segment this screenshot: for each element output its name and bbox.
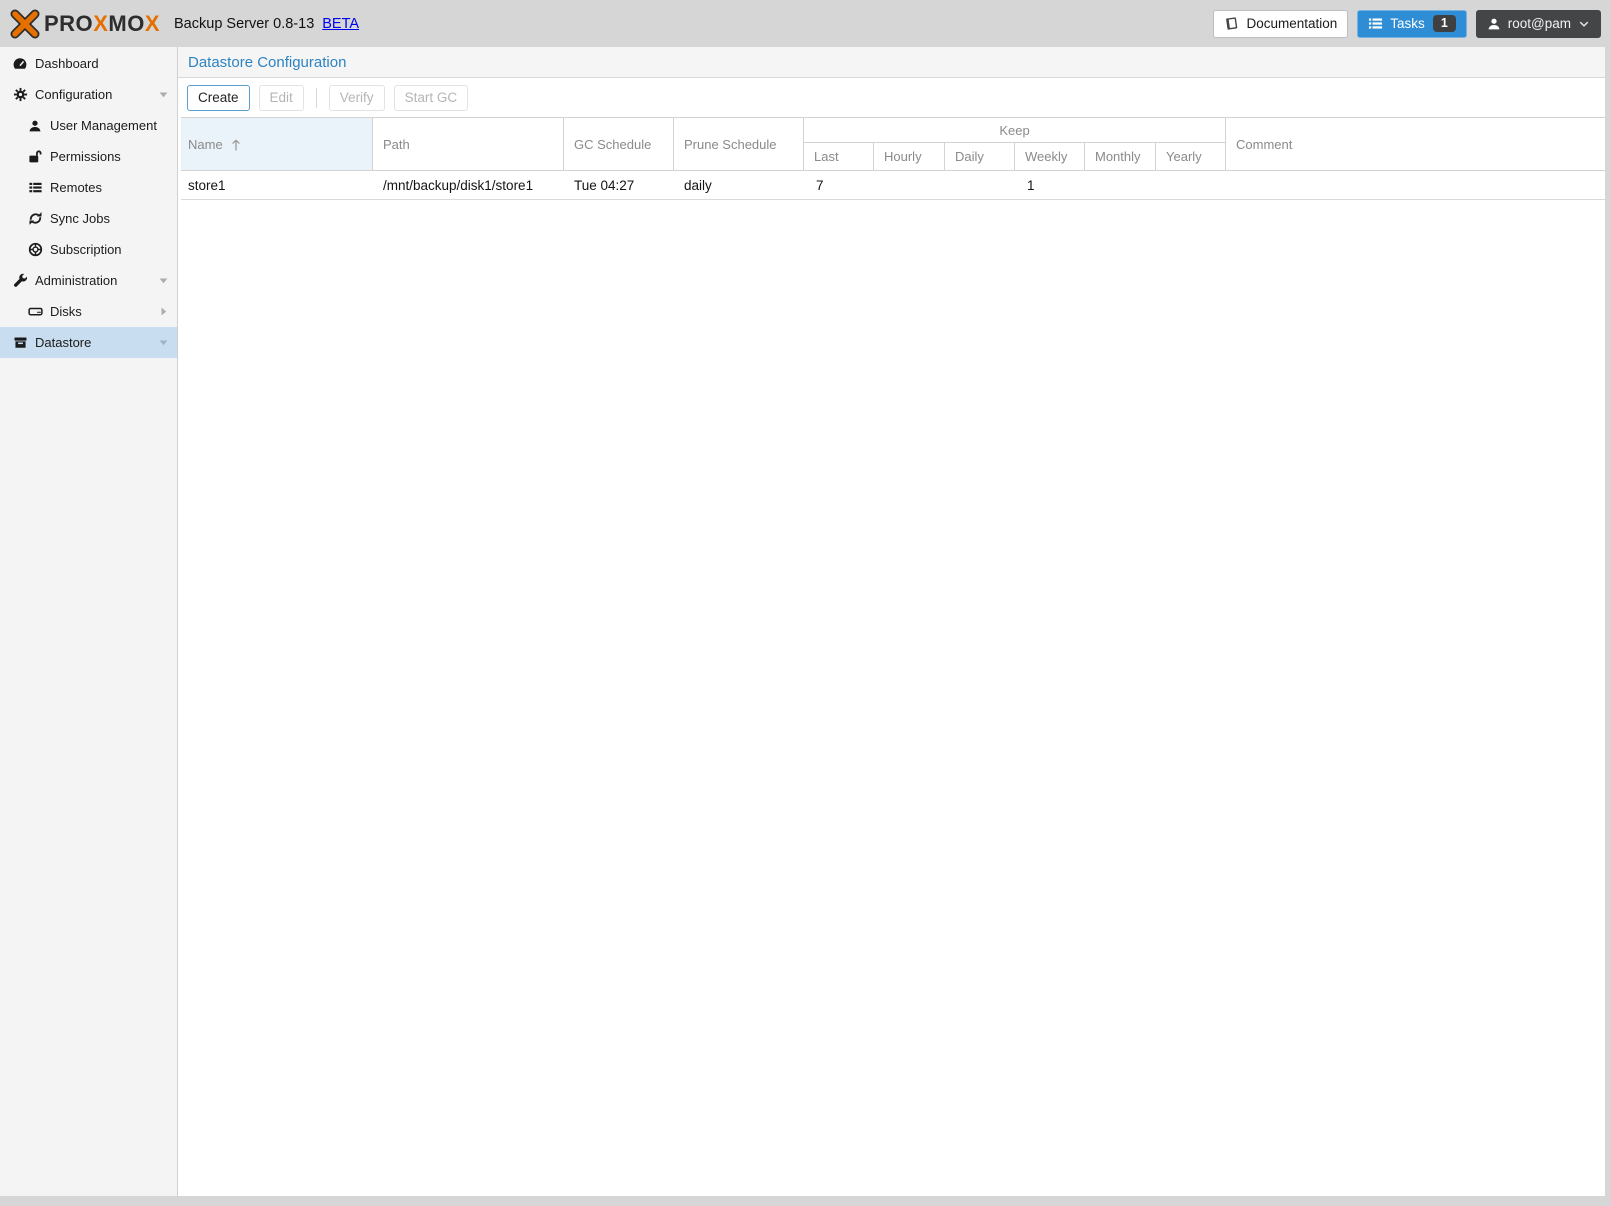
column-header-keep-yearly[interactable]: Yearly xyxy=(1156,143,1226,170)
collapse-chevron-icon xyxy=(158,275,169,286)
start-gc-button[interactable]: Start GC xyxy=(394,85,469,111)
sidebar-item-remotes[interactable]: Remotes xyxy=(0,172,177,203)
beta-link[interactable]: BETA xyxy=(322,16,359,32)
cell-prune-schedule: daily xyxy=(674,178,804,193)
app-viewport: PROXMOX Backup Server 0.8-13 BETA Docume… xyxy=(0,0,1611,1206)
collapse-chevron-icon xyxy=(158,89,169,100)
user-icon xyxy=(27,118,43,134)
sidebar-item-label: User Management xyxy=(50,118,157,133)
tasks-count-badge: 1 xyxy=(1433,15,1456,32)
sidebar-item-label: Remotes xyxy=(50,180,102,195)
column-header-name[interactable]: Name xyxy=(181,118,373,170)
sidebar-item-subscription[interactable]: Subscription xyxy=(0,234,177,265)
user-icon xyxy=(1487,17,1501,31)
book-icon xyxy=(1224,16,1239,31)
dashboard-icon xyxy=(12,56,28,72)
datastore-toolbar: Create Edit Verify Start GC xyxy=(178,78,1605,117)
topbar-actions: Documentation Tasks 1 root@pa xyxy=(1213,10,1601,38)
sidebar-item-configuration[interactable]: Configuration xyxy=(0,79,177,110)
sidebar-item-dashboard[interactable]: Dashboard xyxy=(0,48,177,79)
sidebar-item-label: Administration xyxy=(35,273,117,288)
proxmox-logo: PROXMOX Backup Server 0.8-13 BETA xyxy=(10,9,359,39)
documentation-button[interactable]: Documentation xyxy=(1213,10,1348,38)
cell-name: store1 xyxy=(181,178,373,193)
toolbar-separator xyxy=(316,88,317,108)
sidebar-item-administration[interactable]: Administration xyxy=(0,265,177,296)
sidebar: Dashboard xyxy=(0,47,178,1196)
datastore-table: Name Path GC Schedule Pru xyxy=(181,117,1605,200)
collapse-chevron-icon xyxy=(158,337,169,348)
edit-button[interactable]: Edit xyxy=(259,85,304,111)
cell-gc-schedule: Tue 04:27 xyxy=(564,178,674,193)
cell-path: /mnt/backup/disk1/store1 xyxy=(373,178,564,193)
cell-keep-weekly: 1 xyxy=(1015,178,1085,193)
column-header-keep-hourly[interactable]: Hourly xyxy=(874,143,945,170)
top-bar: PROXMOX Backup Server 0.8-13 BETA Docume… xyxy=(0,0,1611,47)
column-header-keep-weekly[interactable]: Weekly xyxy=(1015,143,1085,170)
column-header-prune-schedule[interactable]: Prune Schedule xyxy=(674,118,804,170)
column-header-path[interactable]: Path xyxy=(373,118,564,170)
main-panel: Datastore Configuration Create Edit Veri… xyxy=(178,47,1605,1196)
sidebar-item-label: Disks xyxy=(50,304,82,319)
list-icon xyxy=(27,180,43,196)
sidebar-item-label: Permissions xyxy=(50,149,121,164)
support-icon xyxy=(27,242,43,258)
proxmox-x-icon xyxy=(10,9,40,39)
task-list-icon xyxy=(1368,16,1383,31)
column-header-comment[interactable]: Comment xyxy=(1226,118,1605,170)
sidebar-item-user-management[interactable]: User Management xyxy=(0,110,177,141)
column-header-keep-last[interactable]: Last xyxy=(804,143,874,170)
sidebar-item-sync-jobs[interactable]: Sync Jobs xyxy=(0,203,177,234)
sidebar-item-label: Subscription xyxy=(50,242,122,257)
unlock-icon xyxy=(27,149,43,165)
sidebar-item-label: Dashboard xyxy=(35,56,99,71)
sidebar-item-permissions[interactable]: Permissions xyxy=(0,141,177,172)
table-row-store1[interactable]: store1 /mnt/backup/disk1/store1 Tue 04:2… xyxy=(181,171,1605,200)
column-header-keep-daily[interactable]: Daily xyxy=(945,143,1015,170)
keep-group-label: Keep xyxy=(804,118,1225,143)
product-title: Backup Server 0.8-13 xyxy=(174,16,314,32)
submenu-arrow-icon xyxy=(158,306,169,317)
user-menu-button[interactable]: root@pam xyxy=(1476,10,1601,38)
proxmox-wordmark: PROXMOX xyxy=(44,11,160,37)
sidebar-item-datastore[interactable]: Datastore xyxy=(0,327,177,358)
tasks-button[interactable]: Tasks 1 xyxy=(1357,10,1466,38)
sidebar-item-label: Datastore xyxy=(35,335,91,350)
create-button[interactable]: Create xyxy=(187,85,250,111)
cogs-icon xyxy=(12,87,28,103)
table-header: Name Path GC Schedule Pru xyxy=(181,118,1605,171)
datastore-icon xyxy=(12,335,28,351)
column-group-keep: Keep Last Hourly Daily Weekly Monthly Ye… xyxy=(804,118,1226,170)
verify-button[interactable]: Verify xyxy=(329,85,385,111)
sort-ascending-icon xyxy=(230,137,242,152)
sync-icon xyxy=(27,211,43,227)
column-header-keep-monthly[interactable]: Monthly xyxy=(1085,143,1156,170)
page-title: Datastore Configuration xyxy=(178,47,1605,78)
cell-keep-last: 7 xyxy=(804,178,874,193)
column-header-gc-schedule[interactable]: GC Schedule xyxy=(564,118,674,170)
hdd-icon xyxy=(27,304,43,320)
wrench-icon xyxy=(12,273,28,289)
sidebar-item-disks[interactable]: Disks xyxy=(0,296,177,327)
sidebar-item-label: Configuration xyxy=(35,87,112,102)
chevron-down-icon xyxy=(1578,18,1590,30)
sidebar-item-label: Sync Jobs xyxy=(50,211,110,226)
